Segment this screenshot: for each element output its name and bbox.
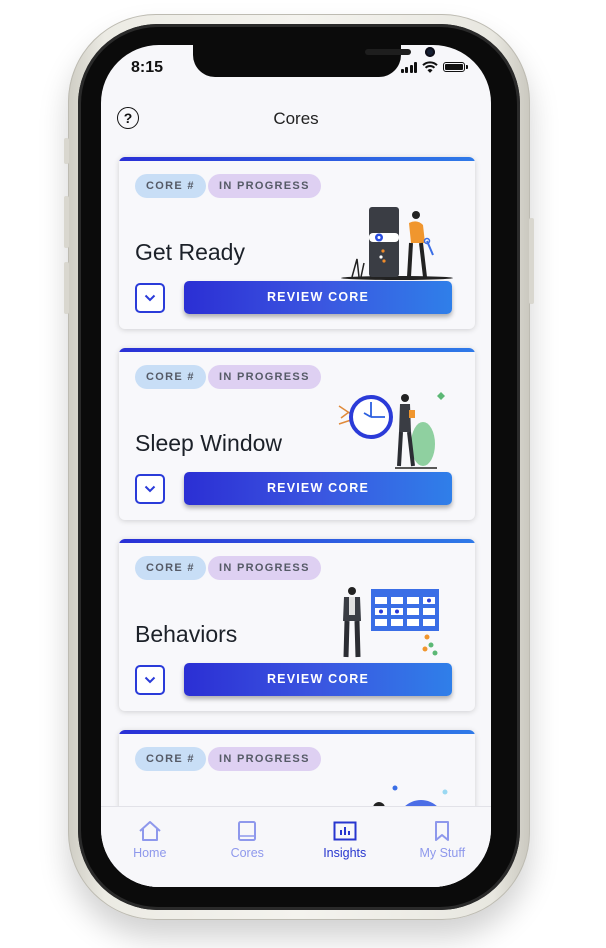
review-core-button[interactable]: REVIEW CORE [184, 281, 452, 314]
battery-icon [443, 62, 468, 72]
screen: 8:15 ? Cores CORE # IN PROGRESS Get Read… [101, 45, 491, 887]
core-number-chip: CORE # [135, 174, 206, 198]
expand-button[interactable] [135, 474, 165, 504]
speaker [365, 49, 411, 55]
volume-up-button [64, 196, 69, 248]
status-chip: IN PROGRESS [208, 174, 321, 198]
core-card: CORE # IN PROGRESS Behaviors REVIEW CORE [119, 539, 475, 711]
core-title: Behaviors [135, 621, 238, 647]
tab-label: Home [133, 846, 167, 860]
core-card: CORE # IN PROGRESS Sleep Window REVIEW C… [119, 348, 475, 520]
chevron-down-icon [144, 676, 156, 684]
status-icons [400, 61, 468, 73]
bookmark-icon [435, 821, 450, 841]
wifi-icon [422, 61, 438, 73]
man-calendar-illustration [343, 587, 439, 658]
chevron-down-icon [144, 485, 156, 493]
expand-button[interactable] [135, 283, 165, 313]
phone-eye-woman-key-illustration [341, 207, 453, 280]
card-accent-bar [119, 539, 475, 543]
volume-down-button [64, 262, 69, 314]
tab-label: My Stuff [419, 846, 466, 860]
review-core-button[interactable]: REVIEW CORE [184, 472, 452, 505]
expand-button[interactable] [135, 665, 165, 695]
status-chip: IN PROGRESS [208, 747, 321, 771]
header: ? Cores [101, 103, 491, 139]
camera [425, 47, 435, 57]
core-number-chip: CORE # [135, 365, 206, 389]
page-title: Cores [273, 109, 319, 128]
tab-label: Insights [323, 846, 367, 860]
card-accent-bar [119, 157, 475, 161]
book-icon [238, 821, 257, 841]
home-icon [139, 821, 161, 841]
silent-switch [64, 138, 69, 164]
notch [193, 45, 435, 77]
chevron-down-icon [144, 294, 156, 302]
review-core-button[interactable]: REVIEW CORE [184, 663, 452, 696]
core-title: Get Ready [135, 239, 245, 265]
core-card: CORE # IN PROGRESS Get Ready REVIEW CORE [119, 157, 475, 329]
tab-insights[interactable]: Insights [296, 807, 394, 887]
tab-bar: Home Cores Insights My Stuff [101, 806, 491, 887]
core-title: Sleep Window [135, 430, 283, 456]
core-number-chip: CORE # [135, 556, 206, 580]
status-time: 8:15 [131, 59, 164, 76]
power-button [529, 218, 534, 304]
tab-label: Cores [230, 846, 264, 860]
tab-home[interactable]: Home [101, 807, 199, 887]
status-chip: IN PROGRESS [208, 556, 321, 580]
tab-cores[interactable]: Cores [199, 807, 297, 887]
card-accent-bar [119, 730, 475, 734]
clock-woman-plant-illustration [338, 392, 445, 469]
bar-chart-icon [333, 821, 357, 841]
card-accent-bar [119, 348, 475, 352]
cellular-signal-icon [400, 61, 417, 73]
status-chip: IN PROGRESS [208, 365, 321, 389]
tab-my-stuff[interactable]: My Stuff [394, 807, 492, 887]
core-number-chip: CORE # [135, 747, 206, 771]
